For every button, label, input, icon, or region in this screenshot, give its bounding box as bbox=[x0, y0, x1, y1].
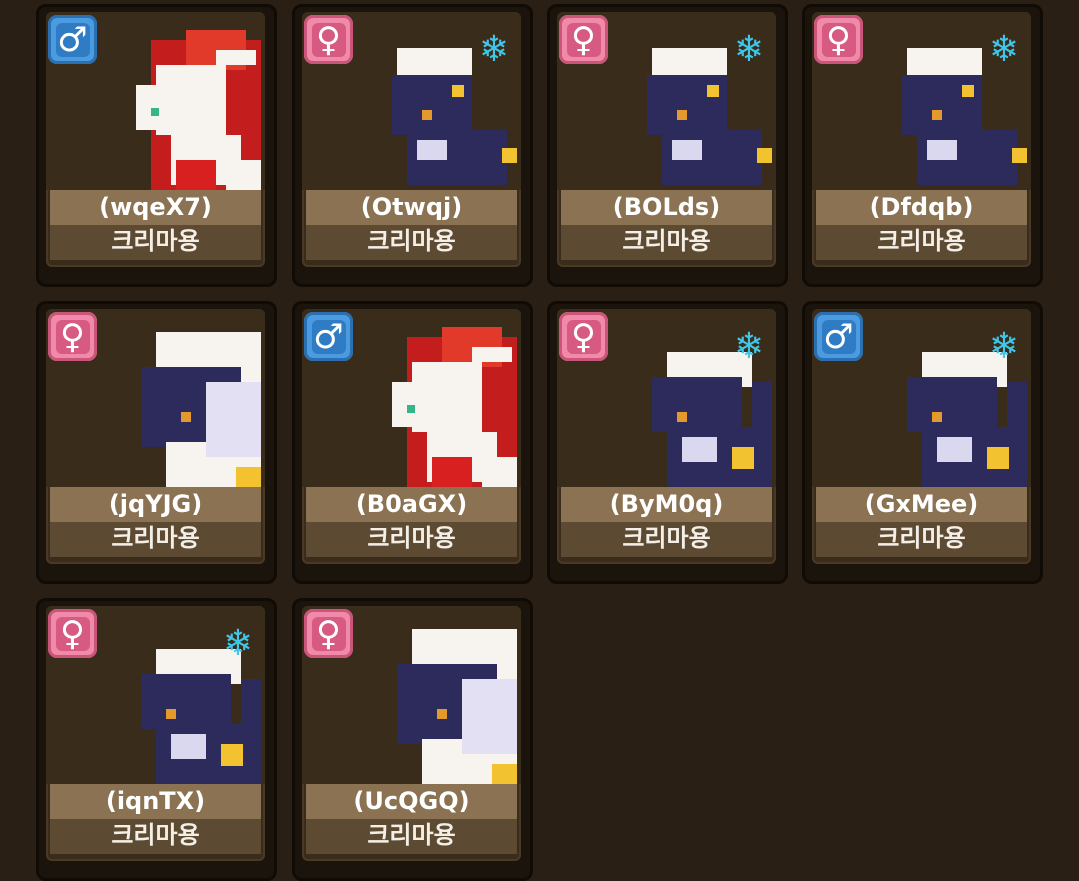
snowflake-icon: ❄ bbox=[222, 623, 253, 664]
female-gender-icon: ♀ bbox=[559, 15, 608, 64]
pet-card-inner: ♀ ❄ (BOLds) 크리마용 bbox=[557, 12, 776, 267]
pet-card-inner: ♀ (UcQGQ) 크리마용 bbox=[302, 606, 521, 861]
pet-card-inner: ♀ ❄ (Dfdqb) 크리마용 bbox=[812, 12, 1031, 267]
pet-portrait: ♀ ❄ bbox=[557, 309, 776, 487]
pet-species: 크리마용 bbox=[816, 225, 1027, 260]
dragon-sprite bbox=[141, 332, 261, 487]
pet-portrait: ♀ ❄ bbox=[46, 606, 265, 784]
pet-card-inner: ♂ (B0aGX) 크리마용 bbox=[302, 309, 521, 564]
pet-species: 크리마용 bbox=[306, 819, 517, 854]
pet-code: (UcQGQ) bbox=[306, 784, 517, 819]
dragon-sprite bbox=[397, 629, 517, 784]
female-gender-icon: ♀ bbox=[48, 312, 97, 361]
snowflake-icon: ❄ bbox=[988, 326, 1019, 367]
dragon-sprite bbox=[136, 30, 261, 190]
pet-card[interactable]: ♂ ❄ (GxMee) 크리마용 bbox=[802, 301, 1043, 584]
pet-card[interactable]: ♀ ❄ (iqnTX) 크리마용 bbox=[36, 598, 277, 881]
pet-code: (Dfdqb) bbox=[816, 190, 1027, 225]
pet-portrait: ♀ ❄ bbox=[302, 12, 521, 190]
female-gender-icon: ♀ bbox=[814, 15, 863, 64]
pet-card-inner: ♀ ❄ (Otwqj) 크리마용 bbox=[302, 12, 521, 267]
pet-species: 크리마용 bbox=[561, 522, 772, 557]
pet-card-inner: ♂ (wqeX7) 크리마용 bbox=[46, 12, 265, 267]
male-gender-icon: ♂ bbox=[48, 15, 97, 64]
female-gender-icon: ♀ bbox=[48, 609, 97, 658]
dragon-sprite bbox=[392, 327, 517, 487]
pet-card[interactable]: ♀ ❄ (ByM0q) 크리마용 bbox=[547, 301, 788, 584]
name-plate: (GxMee) 크리마용 bbox=[816, 487, 1027, 557]
pet-card[interactable]: ♀ ❄ (Dfdqb) 크리마용 bbox=[802, 4, 1043, 287]
pet-code: (wqeX7) bbox=[50, 190, 261, 225]
pet-species: 크리마용 bbox=[561, 225, 772, 260]
name-plate: (BOLds) 크리마용 bbox=[561, 190, 772, 260]
name-plate: (jqYJG) 크리마용 bbox=[50, 487, 261, 557]
pet-code: (ByM0q) bbox=[561, 487, 772, 522]
pet-code: (jqYJG) bbox=[50, 487, 261, 522]
pet-code: (iqnTX) bbox=[50, 784, 261, 819]
pet-code: (BOLds) bbox=[561, 190, 772, 225]
name-plate: (B0aGX) 크리마용 bbox=[306, 487, 517, 557]
pet-species: 크리마용 bbox=[50, 225, 261, 260]
snowflake-icon: ❄ bbox=[733, 326, 764, 367]
pet-card[interactable]: ♀ (jqYJG) 크리마용 bbox=[36, 301, 277, 584]
pet-portrait: ♀ bbox=[46, 309, 265, 487]
pet-card-inner: ♀ ❄ (ByM0q) 크리마용 bbox=[557, 309, 776, 564]
pet-code: (Otwqj) bbox=[306, 190, 517, 225]
pet-portrait: ♂ bbox=[302, 309, 521, 487]
name-plate: (iqnTX) 크리마용 bbox=[50, 784, 261, 854]
female-gender-icon: ♀ bbox=[304, 15, 353, 64]
pet-species: 크리마용 bbox=[306, 522, 517, 557]
name-plate: (ByM0q) 크리마용 bbox=[561, 487, 772, 557]
pet-species: 크리마용 bbox=[816, 522, 1027, 557]
name-plate: (UcQGQ) 크리마용 bbox=[306, 784, 517, 854]
pet-card-inner: ♀ ❄ (iqnTX) 크리마용 bbox=[46, 606, 265, 861]
pet-code: (GxMee) bbox=[816, 487, 1027, 522]
snowflake-icon: ❄ bbox=[478, 29, 509, 70]
pet-card[interactable]: ♀ (UcQGQ) 크리마용 bbox=[292, 598, 533, 881]
male-gender-icon: ♂ bbox=[304, 312, 353, 361]
snowflake-icon: ❄ bbox=[988, 29, 1019, 70]
pet-portrait: ♂ ❄ bbox=[812, 309, 1031, 487]
pet-portrait: ♀ bbox=[302, 606, 521, 784]
pet-portrait: ♀ ❄ bbox=[812, 12, 1031, 190]
pet-species: 크리마용 bbox=[306, 225, 517, 260]
female-gender-icon: ♀ bbox=[304, 609, 353, 658]
female-gender-icon: ♀ bbox=[559, 312, 608, 361]
male-gender-icon: ♂ bbox=[814, 312, 863, 361]
name-plate: (wqeX7) 크리마용 bbox=[50, 190, 261, 260]
pet-portrait: ♀ ❄ bbox=[557, 12, 776, 190]
pet-species: 크리마용 bbox=[50, 522, 261, 557]
pet-card-inner: ♂ ❄ (GxMee) 크리마용 bbox=[812, 309, 1031, 564]
pet-card[interactable]: ♀ ❄ (Otwqj) 크리마용 bbox=[292, 4, 533, 287]
pet-code: (B0aGX) bbox=[306, 487, 517, 522]
pet-portrait: ♂ bbox=[46, 12, 265, 190]
pet-card[interactable]: ♂ (B0aGX) 크리마용 bbox=[292, 301, 533, 584]
snowflake-icon: ❄ bbox=[733, 29, 764, 70]
pet-card-inner: ♀ (jqYJG) 크리마용 bbox=[46, 309, 265, 564]
pet-card[interactable]: ♀ ❄ (BOLds) 크리마용 bbox=[547, 4, 788, 287]
name-plate: (Otwqj) 크리마용 bbox=[306, 190, 517, 260]
pet-card[interactable]: ♂ (wqeX7) 크리마용 bbox=[36, 4, 277, 287]
pet-species: 크리마용 bbox=[50, 819, 261, 854]
name-plate: (Dfdqb) 크리마용 bbox=[816, 190, 1027, 260]
